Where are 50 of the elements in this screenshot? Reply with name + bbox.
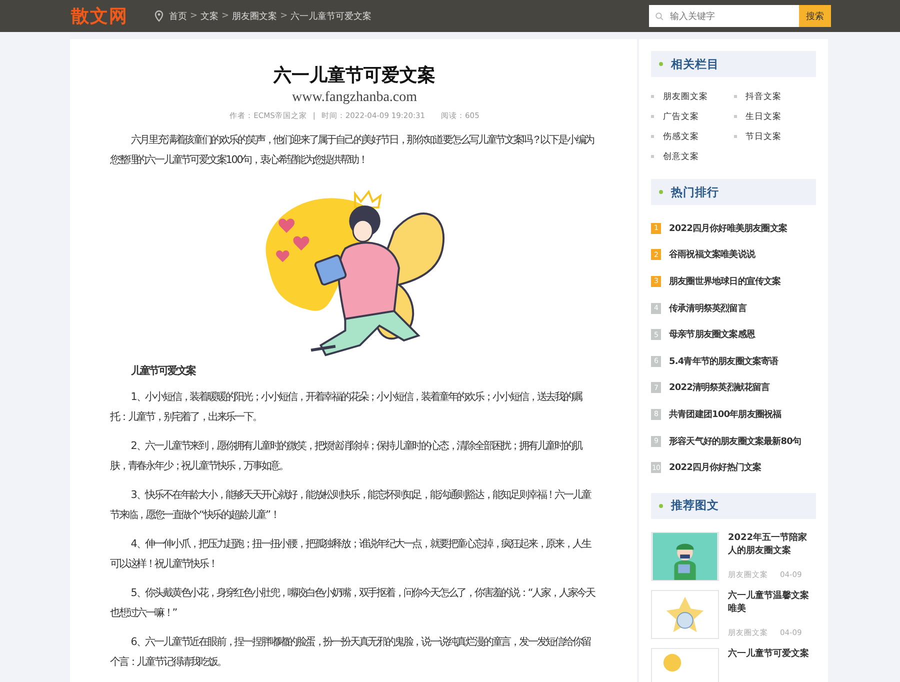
soldier-reading-thumbnail[interactable]	[651, 532, 719, 581]
bullet-icon	[659, 62, 663, 66]
article-link[interactable]: 形容天气好的朋友圈文案最新80句	[669, 434, 802, 448]
category-link[interactable]: 抖音文案	[734, 91, 816, 103]
site-url: www.fangzhanba.com	[290, 89, 418, 107]
article-link[interactable]: 2022清明祭英烈献花留言	[669, 381, 770, 394]
section-title: 热门排行	[671, 184, 719, 200]
article-link[interactable]: 谷雨祝福文案唯美说说	[669, 248, 756, 262]
article-link[interactable]: 共青团建团100年朋友圈祝福	[669, 408, 782, 421]
search-field[interactable]: 输入关键字	[649, 5, 799, 27]
location-pin-icon	[154, 10, 164, 22]
breadcrumb-link[interactable]: 六一儿童节可爱文案	[290, 10, 372, 22]
search-icon	[655, 12, 664, 20]
breadcrumb-separator: >	[222, 11, 230, 21]
article-link[interactable]: 5.4青年节的朋友圈文案寄语	[669, 354, 778, 368]
article-link[interactable]: 六一儿童节可爱文案	[728, 648, 809, 661]
sun-thumbnail[interactable]	[651, 648, 719, 682]
bullet-icon	[659, 504, 663, 508]
article-paragraph: 2、六一儿童节来到，愿你拥有儿童时的微笑，把烦恼消除掉；保持儿童时的心态，清除全部困扰；拥有儿童时的肌肤，青春永年少；祝儿童节快乐，万事如意。	[110, 439, 583, 474]
search-button[interactable]: 搜索	[799, 5, 831, 27]
article-paragraph: 1、小小短信，装着暖暖的阳光；小小短信，开着幸福的花朵；小小短信，装着童年的欢乐；小小短信，送去我的嘱托：儿童节，别宅着了，出来乐一下。	[110, 390, 583, 424]
article-paragraph: 3、快乐不在年龄大小，能够天天开心就好，能放松则快乐，能忘怀则知足，能沟通则豁达，能知足则幸福！六一儿童节来临，愿您一直做个“快乐的超龄儿童”！	[110, 488, 592, 522]
article-paragraph: 6、六一儿童节近在眼前，捏一捏胖嘟嘟的脸蛋，扮一扮天真无邪的鬼脸，说一说纯真烂漫的童言，发一发短信给你留个言：儿童节记得请我吃饭。	[110, 635, 592, 670]
intro-paragraph: 六月里充满着孩童们的欢乐的笑声，他们迎来了属于自己的美好节日，那你知道要怎么写儿童节文案吗？以下是小编为您整理的六一儿童节可爱文案100句，衷心希望能为您提供帮助！	[110, 133, 595, 168]
category-link[interactable]: 朋友圈文案	[651, 91, 734, 103]
breadcrumb-link[interactable]: 首页	[169, 10, 187, 22]
article-link[interactable]: 传承清明祭英烈留言	[669, 302, 746, 315]
article-paragraph: 4、伸一伸小爪，把压力赶跑；扭一扭小腰，把孤独释放；谁说年纪大一点，就要把童心忘掉，疯狂起来，原来，人生可以这样！祝儿童节快乐！	[110, 537, 592, 572]
article-link[interactable]: 2022四月你好热门文案	[669, 461, 762, 474]
breadcrumb-link[interactable]: 朋友圈文案	[232, 10, 278, 22]
breadcrumb-separator: >	[190, 11, 198, 21]
category-link[interactable]: 伤感文案	[651, 131, 734, 143]
article-link[interactable]: 2022四月你好唯美朋友圈文案	[669, 222, 788, 235]
bullet-icon	[659, 190, 663, 194]
category-link[interactable]: 节日文案	[734, 131, 816, 143]
article-link[interactable]: 母亲节朋友圈文案感恩	[669, 328, 756, 342]
article-link[interactable]: 六一儿童节温馨文案唯美	[728, 590, 816, 616]
section-title: 推荐图文	[671, 498, 719, 514]
category-link[interactable]: 创意文案	[651, 151, 734, 163]
article-paragraph: 5、你头戴黄色小花，身穿红色小肚兜，嘴咬白色小奶嘴，双手抠着，问你今天怎么了，你害羞的说：“人家，人家今天也想过六一嘛！”	[110, 586, 596, 620]
star-thumbnail[interactable]	[651, 590, 719, 639]
section-heading: 儿童节可爱文案	[130, 364, 197, 378]
section-title: 相关栏目	[671, 56, 719, 72]
category-link[interactable]: 生日文案	[734, 111, 816, 123]
article-link[interactable]: 2022年五一节陪家人的朋友圈文案	[728, 532, 816, 558]
category-link[interactable]: 广告文案	[651, 111, 734, 123]
article-title: 六一儿童节可爱文案	[272, 64, 436, 88]
article-link[interactable]: 朋友圈世界地球日的宣传文案	[669, 274, 781, 288]
breadcrumb-separator: >	[280, 11, 288, 21]
breadcrumb-link[interactable]: 文案	[200, 10, 219, 22]
